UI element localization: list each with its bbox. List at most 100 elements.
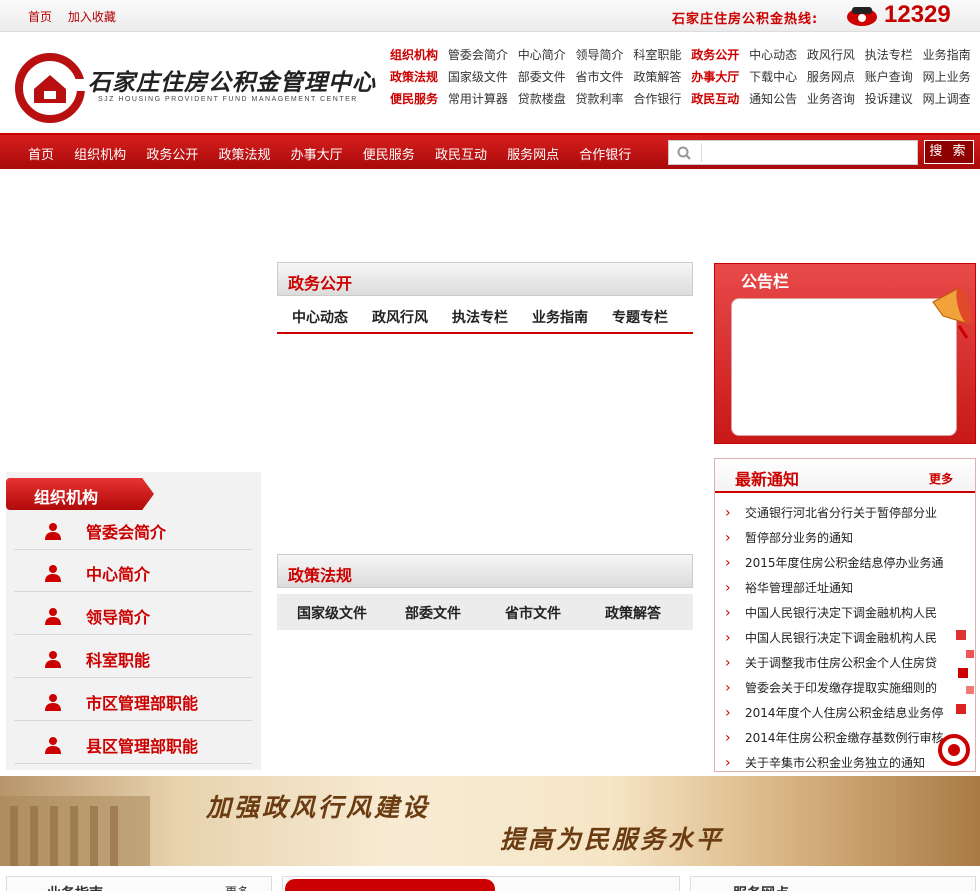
quick-link[interactable]: 贷款利率 bbox=[576, 92, 624, 106]
quick-link[interactable]: 网上业务 bbox=[923, 70, 971, 84]
org-item-label: 管委会简介 bbox=[86, 523, 167, 542]
tab-national-docs[interactable]: 国家级文件 bbox=[297, 603, 367, 623]
quick-category[interactable]: 组织机构 bbox=[390, 48, 438, 62]
quick-link[interactable]: 合作银行 bbox=[633, 92, 681, 106]
org-item-departments[interactable]: 科室职能 bbox=[14, 638, 252, 678]
notice-title: 最新通知 bbox=[735, 470, 800, 489]
person-icon bbox=[45, 694, 61, 711]
notice-item[interactable]: 裕华管理部迁址通知 bbox=[723, 576, 963, 601]
quick-category[interactable]: 便民服务 bbox=[390, 92, 438, 106]
logo-emblem-icon[interactable] bbox=[14, 53, 86, 123]
gov-open-title: 政务公开 bbox=[288, 274, 353, 293]
search-button[interactable]: 搜 索 bbox=[924, 140, 974, 164]
gov-open-tabs: 中心动态 政风行风 执法专栏 业务指南 专题专栏 bbox=[277, 298, 693, 334]
quick-link[interactable]: 通知公告 bbox=[749, 92, 797, 106]
quick-link[interactable]: 常用计算器 bbox=[448, 92, 508, 106]
nav-item-policy[interactable]: 政策法规 bbox=[218, 148, 270, 163]
logo-title[interactable]: 石家庄住房公积金管理中心 bbox=[88, 63, 376, 97]
tab-law-enforcement[interactable]: 执法专栏 bbox=[452, 307, 508, 327]
decorative-squares bbox=[938, 630, 974, 766]
nav-item-org[interactable]: 组织机构 bbox=[74, 148, 126, 163]
gov-open-header: 政务公开 bbox=[277, 262, 693, 296]
notice-item[interactable]: 交通银行河北省分行关于暂停部分业 bbox=[723, 501, 963, 526]
center-panel bbox=[282, 876, 680, 891]
tab-policy-answers[interactable]: 政策解答 bbox=[605, 603, 661, 623]
business-guide-more-link[interactable]: 更多 bbox=[225, 883, 249, 891]
service-outlets-title: 服务网点 bbox=[733, 883, 789, 891]
nav-items: 首页 组织机构 政务公开 政策法规 办事大厅 便民服务 政民互动 服务网点 合作… bbox=[28, 144, 647, 163]
quick-link[interactable]: 政风行风 bbox=[807, 48, 855, 62]
quick-link[interactable]: 中心动态 bbox=[749, 48, 797, 62]
quick-row: 组织机构 管委会简介 中心简介 领导简介 科室职能 政务公开 中心动态 政风行风… bbox=[390, 46, 971, 68]
quick-link[interactable]: 执法专栏 bbox=[865, 48, 913, 62]
quick-link[interactable]: 账户查询 bbox=[865, 70, 913, 84]
nav-item-convenience[interactable]: 便民服务 bbox=[363, 148, 415, 163]
quick-link[interactable]: 业务咨询 bbox=[807, 92, 855, 106]
nav-item-outlets[interactable]: 服务网点 bbox=[507, 148, 559, 163]
org-item-label: 县区管理部职能 bbox=[86, 737, 199, 756]
quick-category[interactable]: 政策法规 bbox=[390, 70, 438, 84]
quick-link[interactable]: 部委文件 bbox=[518, 70, 566, 84]
quick-category[interactable]: 政民互动 bbox=[691, 92, 739, 106]
header: 石家庄住房公积金管理中心 SJZ HOUSING PROVIDENT FUND … bbox=[0, 33, 980, 133]
person-icon bbox=[45, 608, 61, 625]
megaphone-icon bbox=[932, 287, 972, 339]
notice-item[interactable]: 2014年度个人住房公积金结息业务停 bbox=[723, 701, 963, 726]
quick-link[interactable]: 网上调查 bbox=[923, 92, 971, 106]
quick-link[interactable]: 政策解答 bbox=[633, 70, 681, 84]
tab-business-guide[interactable]: 业务指南 bbox=[532, 307, 588, 327]
org-item-county-branches[interactable]: 县区管理部职能 bbox=[14, 724, 252, 764]
slogan-banner: 加强政风行风建设 提高为民服务水平 bbox=[0, 776, 980, 866]
org-item-committee[interactable]: 管委会简介 bbox=[14, 510, 252, 550]
notice-item[interactable]: 关于调整我市住房公积金个人住房贷 bbox=[723, 651, 963, 676]
nav-item-home[interactable]: 首页 bbox=[28, 148, 54, 163]
nav-item-gov-open[interactable]: 政务公开 bbox=[146, 148, 198, 163]
notice-item[interactable]: 2014年住房公积金缴存基数例行审核 bbox=[723, 726, 963, 751]
org-panel: 组织机构 管委会简介 中心简介 领导简介 科室职能 市区管理部职能 县区管理部职… bbox=[6, 472, 261, 770]
notice-item[interactable]: 2015年度住房公积金结息停办业务通 bbox=[723, 551, 963, 576]
nav-item-service-hall[interactable]: 办事大厅 bbox=[291, 148, 343, 163]
banner-slogan-2: 提高为民服务水平 bbox=[500, 825, 725, 854]
tab-special-topics[interactable]: 专题专栏 bbox=[612, 307, 668, 327]
logo-subtitle: SJZ HOUSING PROVIDENT FUND MANAGEMENT CE… bbox=[98, 96, 358, 103]
quick-links: 组织机构 管委会简介 中心简介 领导简介 科室职能 政务公开 中心动态 政风行风… bbox=[390, 46, 971, 112]
notice-item[interactable]: 管委会关于印发缴存提取实施细则的 bbox=[723, 676, 963, 701]
notice-item[interactable]: 暂停部分业务的通知 bbox=[723, 526, 963, 551]
notice-list: 交通银行河北省分行关于暂停部分业 暂停部分业务的通知 2015年度住房公积金结息… bbox=[723, 501, 963, 771]
bulletin-board: 公告栏 bbox=[714, 263, 976, 444]
quick-link[interactable]: 贷款楼盘 bbox=[518, 92, 566, 106]
nav-item-banks[interactable]: 合作银行 bbox=[579, 148, 631, 163]
search-input[interactable] bbox=[701, 143, 913, 162]
policy-tabs: 国家级文件 部委文件 省市文件 政策解答 bbox=[277, 594, 693, 630]
org-item-urban-branches[interactable]: 市区管理部职能 bbox=[14, 681, 252, 721]
quick-link[interactable]: 管委会简介 bbox=[448, 48, 508, 62]
policy-title: 政策法规 bbox=[288, 566, 353, 585]
notice-item[interactable]: 中国人民银行决定下调金融机构人民 bbox=[723, 626, 963, 651]
quick-category[interactable]: 办事大厅 bbox=[691, 70, 739, 84]
quick-row: 政策法规 国家级文件 部委文件 省市文件 政策解答 办事大厅 下载中心 服务网点… bbox=[390, 68, 971, 90]
quick-link[interactable]: 国家级文件 bbox=[448, 70, 508, 84]
notice-more-link[interactable]: 更多 bbox=[929, 470, 953, 487]
org-item-leaders[interactable]: 领导简介 bbox=[14, 595, 252, 635]
tab-provincial-docs[interactable]: 省市文件 bbox=[505, 603, 561, 623]
quick-link[interactable]: 服务网点 bbox=[807, 70, 855, 84]
quick-link[interactable]: 科室职能 bbox=[633, 48, 681, 62]
tab-center-news[interactable]: 中心动态 bbox=[292, 307, 348, 327]
notice-item[interactable]: 关于辛集市公积金业务独立的通知 bbox=[723, 751, 963, 771]
nav-item-interaction[interactable]: 政民互动 bbox=[435, 148, 487, 163]
tab-conduct[interactable]: 政风行风 bbox=[372, 307, 428, 327]
quick-link[interactable]: 投诉建议 bbox=[865, 92, 913, 106]
quick-link[interactable]: 业务指南 bbox=[923, 48, 971, 62]
service-outlets-panel: 服务网点 bbox=[690, 876, 976, 891]
add-favorite-link[interactable]: 加入收藏 bbox=[68, 10, 116, 24]
notice-item[interactable]: 中国人民银行决定下调金融机构人民 bbox=[723, 601, 963, 626]
org-item-center[interactable]: 中心简介 bbox=[14, 552, 252, 592]
tab-ministry-docs[interactable]: 部委文件 bbox=[405, 603, 461, 623]
quick-link[interactable]: 中心简介 bbox=[518, 48, 566, 62]
quick-link[interactable]: 省市文件 bbox=[576, 70, 624, 84]
quick-category[interactable]: 政务公开 bbox=[691, 48, 739, 62]
quick-link[interactable]: 下载中心 bbox=[749, 70, 797, 84]
quick-link[interactable]: 领导简介 bbox=[576, 48, 624, 62]
home-link[interactable]: 首页 bbox=[28, 10, 52, 24]
person-icon bbox=[45, 737, 61, 754]
